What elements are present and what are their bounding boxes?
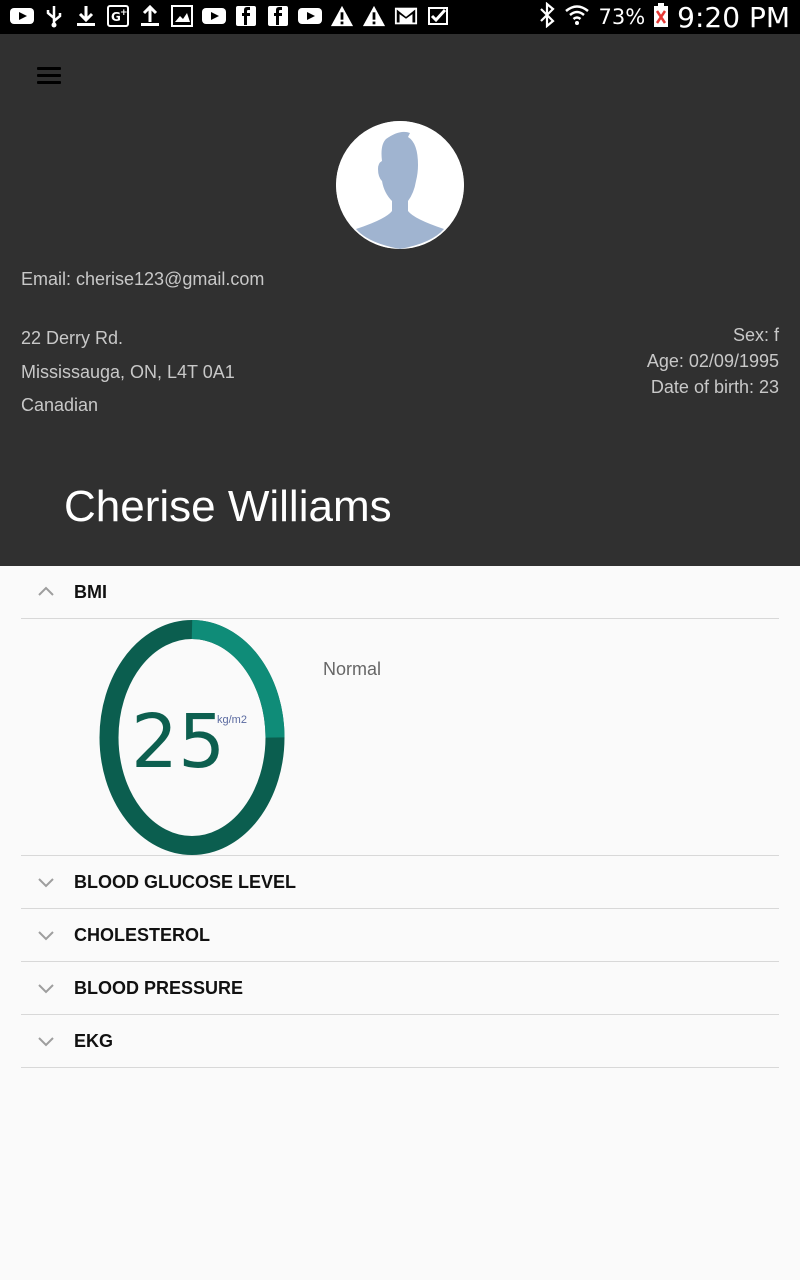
section-label-ekg: EKG <box>74 1031 114 1051</box>
sex-text: Sex: f <box>732 325 779 345</box>
chevron-down-icon <box>38 878 54 888</box>
section-header-bmi[interactable]: BMI <box>21 566 779 619</box>
personal-details: Sex: f Age: 02/09/1995 Date of birth: 23 <box>647 322 779 400</box>
bmi-status: Normal <box>323 659 382 679</box>
address-line2: Mississauga, ON, L4T 0A1 <box>21 361 235 382</box>
warning-icon <box>330 3 354 29</box>
svg-text:+: + <box>120 8 128 18</box>
system-status: 73% 9:20 PM <box>538 0 790 34</box>
bmi-value: 25 <box>131 699 226 785</box>
health-sections: BMI 25 kg/m2 Normal BLOOD GLUCOSE LEVEL … <box>21 566 779 1068</box>
chevron-down-icon <box>38 1037 54 1047</box>
battery-percent: 73% <box>598 5 646 29</box>
bmi-panel: 25 kg/m2 Normal <box>21 619 779 856</box>
upload-icon <box>138 3 162 29</box>
date-of-birth-text: Date of birth: 23 <box>650 377 779 397</box>
age-text: Age: 02/09/1995 <box>646 351 779 371</box>
chevron-up-icon <box>38 586 54 596</box>
youtube-icon <box>202 3 226 29</box>
check-icon <box>426 3 450 29</box>
facebook-icon <box>266 3 290 29</box>
facebook-icon <box>234 3 258 29</box>
usb-icon <box>42 3 66 29</box>
section-label-bmi: BMI <box>74 582 107 602</box>
avatar <box>336 121 464 249</box>
section-header-cholesterol[interactable]: CHOLESTEROL <box>21 909 779 962</box>
clock: 9:20 PM <box>677 0 790 34</box>
image-icon <box>170 3 194 29</box>
wifi-icon <box>564 2 590 33</box>
download-icon <box>74 3 98 29</box>
section-header-blood-pressure[interactable]: BLOOD PRESSURE <box>21 962 779 1015</box>
bmi-unit: kg/m2 <box>217 714 247 726</box>
youtube-icon <box>298 3 322 29</box>
nationality-text: Canadian <box>21 395 99 415</box>
section-label-cholesterol: CHOLESTEROL <box>74 925 211 945</box>
patient-name: Cherise Williams <box>64 482 392 531</box>
section-label-blood-glucose: BLOOD GLUCOSE LEVEL <box>74 872 297 892</box>
notification-icons: G + <box>10 3 450 29</box>
profile-header: Email: cherise123@gmail.com 22 Derry Rd.… <box>0 34 800 566</box>
warning-icon <box>362 3 386 29</box>
bluetooth-icon <box>538 1 556 33</box>
section-label-blood-pressure: BLOOD PRESSURE <box>74 978 244 998</box>
address-line1: 22 Derry Rd. <box>21 328 124 348</box>
google-plus-icon: G + <box>106 3 130 29</box>
status-bar: G + 73% 9:20 PM <box>0 0 800 34</box>
chevron-down-icon <box>38 931 54 941</box>
chevron-down-icon <box>38 984 54 994</box>
youtube-icon <box>10 3 34 29</box>
section-header-blood-glucose[interactable]: BLOOD GLUCOSE LEVEL <box>21 856 779 909</box>
section-header-ekg[interactable]: EKG <box>21 1015 779 1068</box>
address-block: 22 Derry Rd. Mississauga, ON, L4T 0A1 Ca… <box>21 322 235 423</box>
battery-icon <box>653 2 669 33</box>
hamburger-menu-icon[interactable] <box>34 64 64 88</box>
gmail-icon <box>394 3 418 29</box>
email-text: Email: cherise123@gmail.com <box>21 269 265 289</box>
